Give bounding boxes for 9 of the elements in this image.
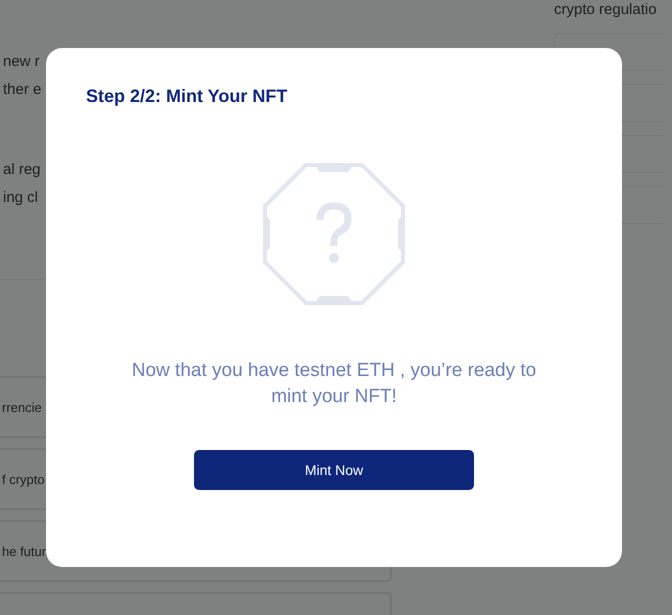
octagon-question-icon [262,162,406,306]
background-text: ther e [3,80,42,100]
background-text: crypto regulatio [554,0,658,20]
background-text: ing cl [3,188,38,208]
background-text: al reg [3,160,41,180]
modal-message: Now that you have testnet ETH , you’re ready to mint your NFT! [130,359,538,409]
mint-now-button[interactable]: Mint Now [194,450,474,490]
background-text: new r [3,52,40,72]
modal-title: Step 2/2: Mint Your NFT [86,85,288,108]
